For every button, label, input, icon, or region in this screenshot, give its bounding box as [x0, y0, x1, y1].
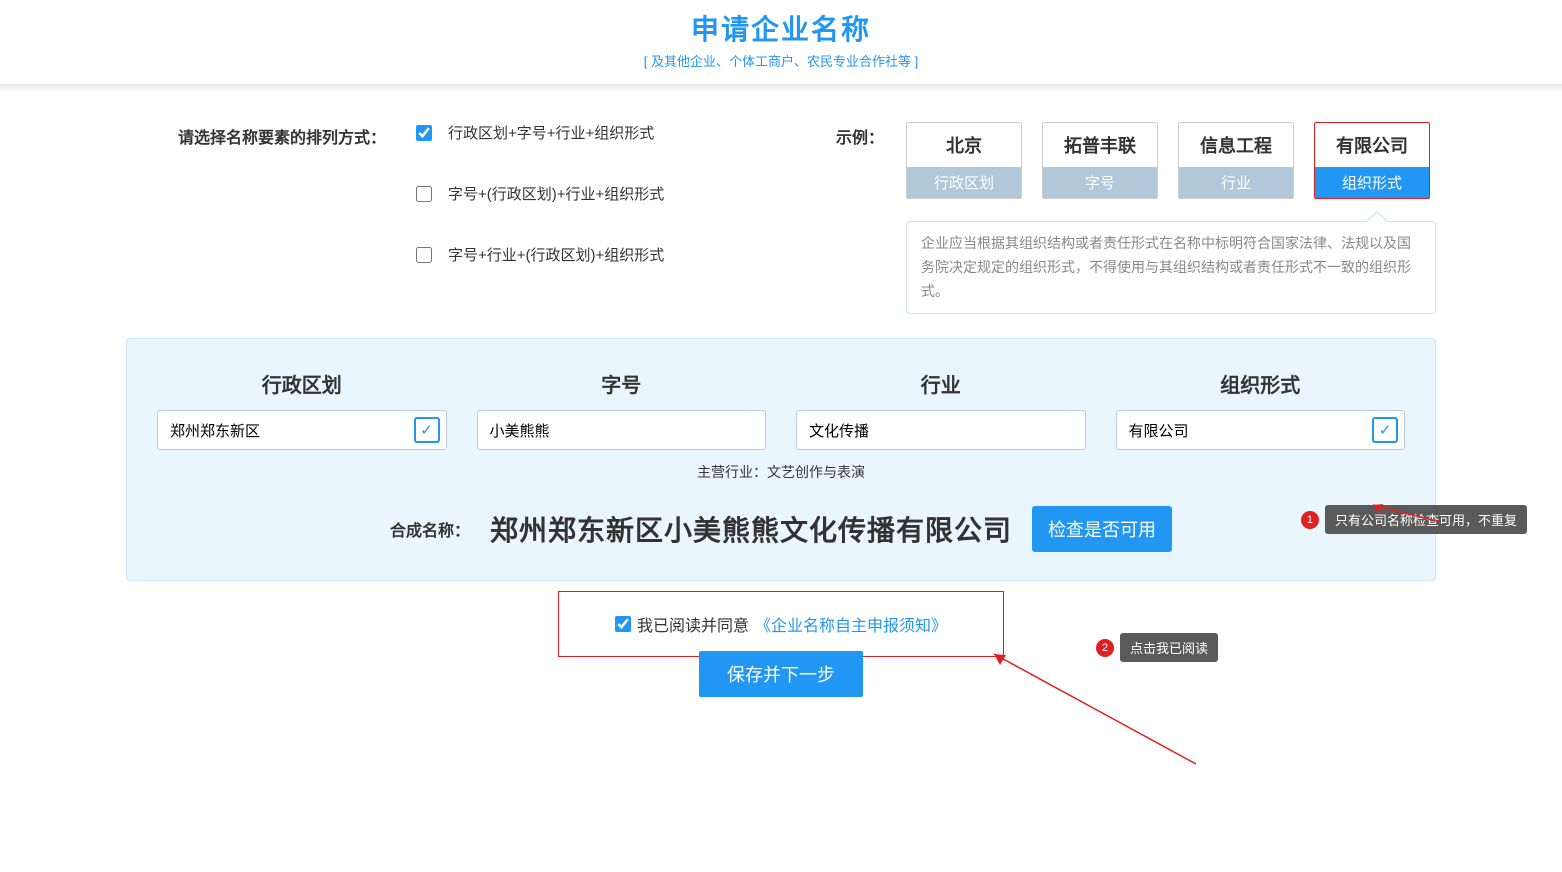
example-card-zihao: 拓普丰联 字号: [1042, 122, 1158, 199]
save-next-button[interactable]: 保存并下一步: [699, 651, 863, 697]
select-icon[interactable]: ✓: [414, 417, 440, 443]
field-orgform: 组织形式 ✓: [1116, 369, 1406, 450]
field-industry-label: 行业: [796, 369, 1086, 398]
select-icon[interactable]: ✓: [1372, 417, 1398, 443]
example-card-orgform: 有限公司 组织形式: [1314, 122, 1430, 199]
orgform-input[interactable]: [1116, 410, 1406, 450]
example-card-zihao-bot: 字号: [1043, 167, 1157, 198]
arrangement-option-1-label: 行政区划+字号+行业+组织形式: [448, 122, 654, 143]
industry-hint-value: 文艺创作与表演: [767, 464, 865, 480]
page-header: 申请企业名称 [ 及其他企业、个体工商户、农民专业合作社等 ]: [0, 0, 1562, 84]
compose-name: 郑州郑东新区小美熊熊文化传播有限公司: [490, 509, 1012, 549]
example-hint: 企业应当根据其组织结构或者责任形式在名称中标明符合国家法律、法规以及国务院决定规…: [906, 221, 1436, 314]
check-availability-button[interactable]: 检查是否可用: [1032, 506, 1172, 552]
agree-box: 我已阅读并同意 《企业名称自主申报须知》: [558, 591, 1004, 657]
industry-hint-label: 主营行业：: [697, 464, 767, 480]
page-subtitle: [ 及其他企业、个体工商户、农民专业合作社等 ]: [0, 51, 1562, 70]
agree-link[interactable]: 《企业名称自主申报须知》: [755, 612, 947, 636]
field-zihao: 字号: [477, 369, 767, 450]
annotation-1-text: 只有公司名称检查可用，不重复: [1325, 505, 1527, 534]
arrangement-option-2[interactable]: 字号+(行政区划)+行业+组织形式: [416, 183, 836, 204]
industry-hint: 主营行业：文艺创作与表演: [157, 462, 1405, 482]
arrangement-label: 请选择名称要素的排列方式：: [126, 122, 416, 148]
zihao-input[interactable]: [477, 410, 767, 450]
example-card-industry: 信息工程 行业: [1178, 122, 1294, 199]
example-card-region: 北京 行政区划: [906, 122, 1022, 199]
field-zihao-label: 字号: [477, 369, 767, 398]
example-cards: 北京 行政区划 拓普丰联 字号 信息工程 行业 有限公司 组织形式: [906, 122, 1436, 199]
arrangement-option-3[interactable]: 字号+行业+(行政区划)+组织形式: [416, 244, 836, 265]
arrangement-checkbox-2[interactable]: [416, 186, 432, 202]
annotation-2-text: 点击我已阅读: [1120, 633, 1218, 662]
compose-label: 合成名称：: [390, 517, 470, 541]
example-card-orgform-bot: 组织形式: [1315, 167, 1429, 198]
annotation-2: 2 点击我已阅读: [1096, 633, 1218, 662]
annotation-2-badge: 2: [1096, 639, 1114, 657]
field-region-label: 行政区划: [157, 369, 447, 398]
arrow-icon: [986, 649, 1206, 769]
page-title: 申请企业名称: [0, 8, 1562, 48]
arrangement-option-2-label: 字号+(行政区划)+行业+组织形式: [448, 183, 664, 204]
example-label: 示例：: [836, 122, 906, 148]
arrangement-options: 行政区划+字号+行业+组织形式 字号+(行政区划)+行业+组织形式 字号+行业+…: [416, 122, 836, 305]
arrangement-option-1[interactable]: 行政区划+字号+行业+组织形式: [416, 122, 836, 143]
arrangement-option-3-label: 字号+行业+(行政区划)+组织形式: [448, 244, 664, 265]
annotation-1-badge: 1: [1301, 511, 1319, 529]
header-divider: [0, 84, 1562, 92]
industry-input[interactable]: [796, 410, 1086, 450]
example-card-zihao-top: 拓普丰联: [1043, 123, 1157, 167]
field-industry: 行业: [796, 369, 1086, 450]
annotation-1: 1 只有公司名称检查可用，不重复: [1301, 505, 1527, 534]
region-input[interactable]: [157, 410, 447, 450]
example-card-region-bot: 行政区划: [907, 167, 1021, 198]
example-card-industry-top: 信息工程: [1179, 123, 1293, 167]
example-card-orgform-top: 有限公司: [1315, 123, 1429, 167]
arrangement-checkbox-3[interactable]: [416, 247, 432, 263]
example-card-region-top: 北京: [907, 123, 1021, 167]
compose-panel: 行政区划 ✓ 字号 行业: [126, 338, 1436, 581]
agree-checkbox[interactable]: [615, 616, 631, 632]
arrangement-checkbox-1[interactable]: [416, 125, 432, 141]
field-region: 行政区划 ✓: [157, 369, 447, 450]
example-card-industry-bot: 行业: [1179, 167, 1293, 198]
agree-text: 我已阅读并同意: [637, 612, 749, 636]
field-orgform-label: 组织形式: [1116, 369, 1406, 398]
